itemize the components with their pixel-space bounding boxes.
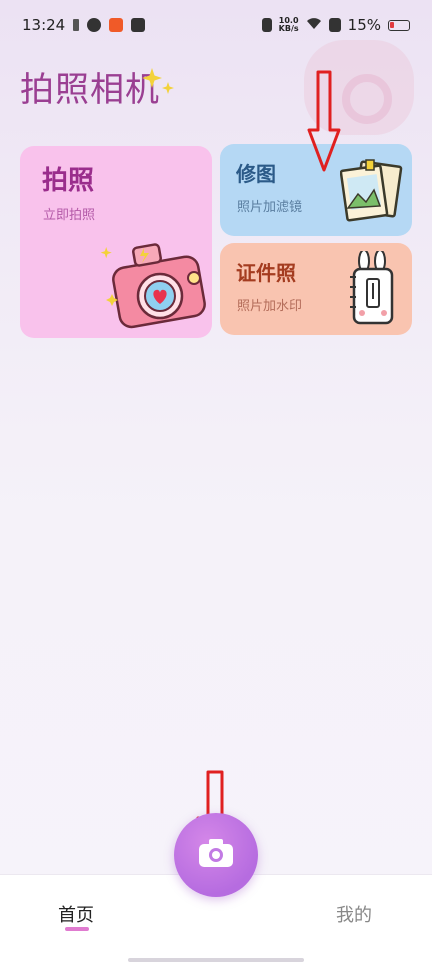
battery-percent: 15%: [347, 16, 381, 34]
card-title: 修图: [236, 162, 276, 186]
page-title: 拍照相机: [20, 70, 160, 110]
gesture-bar: [128, 958, 304, 962]
card-title: 证件照: [236, 261, 296, 285]
net-speed-unit: KB/s: [278, 24, 299, 33]
camera-button[interactable]: [174, 813, 258, 897]
nav-active-indicator: [65, 927, 89, 931]
down-arrow-icon: [307, 70, 341, 178]
vibrate-icon: [261, 18, 272, 32]
no-sim-icon: [328, 18, 341, 32]
battery-icon: [388, 19, 410, 31]
card-take-photo[interactable]: 拍照 立即拍照: [20, 146, 212, 338]
card-id-photo[interactable]: 证件照 照片加水印: [220, 243, 412, 335]
card-subtitle: 照片加滤镜: [237, 200, 303, 215]
camera-icon: [197, 837, 235, 873]
photo-frames-icon: [339, 158, 404, 228]
nav-mine[interactable]: 我的: [336, 901, 372, 927]
camera-illustration-icon: [98, 234, 208, 334]
card-subtitle: 照片加水印: [237, 299, 303, 314]
bunny-notebook-icon: [348, 249, 398, 331]
app-icon-link: [87, 18, 102, 32]
status-time: 13:24: [22, 16, 66, 34]
network-speed: 10.0 KB/s: [279, 17, 299, 33]
card-subtitle: 立即拍照: [43, 208, 96, 223]
app-icon-message: [131, 18, 146, 32]
app-icon-orange: [109, 18, 124, 32]
battery-saver-icon: [73, 19, 80, 31]
wifi-icon: [306, 16, 322, 34]
card-title: 拍照: [42, 166, 95, 196]
sparkle-icon: [142, 66, 176, 104]
nav-home[interactable]: 首页: [58, 901, 94, 927]
